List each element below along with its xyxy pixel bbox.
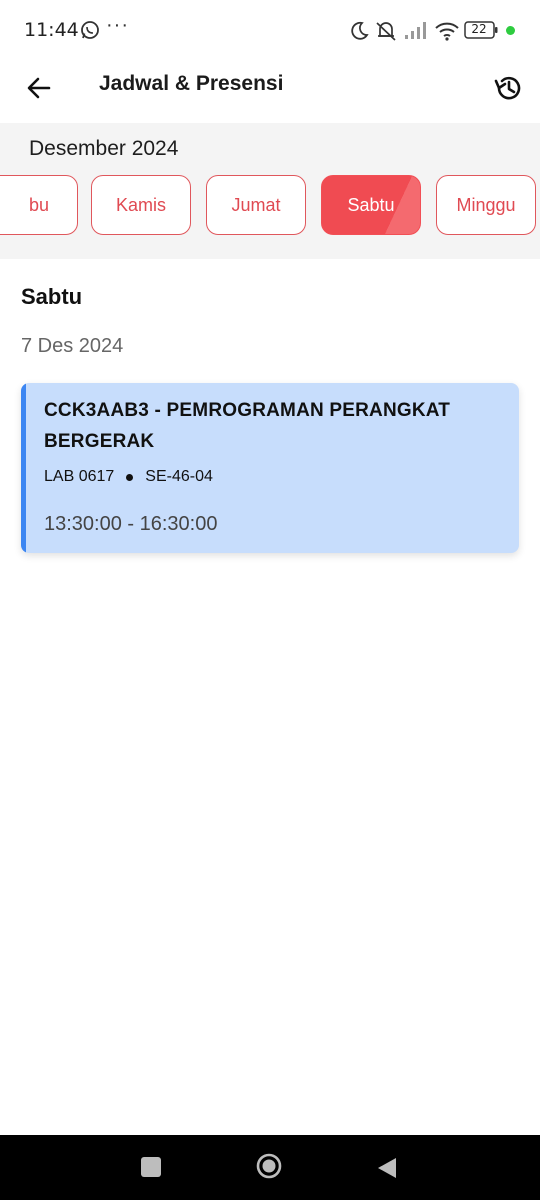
day-selector-panel: Desember 2024 bu Kamis Jumat Sabtu Mingg… [0, 123, 540, 259]
privacy-indicator [506, 26, 515, 35]
history-button[interactable] [488, 68, 528, 108]
day-chip-label: Minggu [456, 194, 516, 215]
day-chip-minggu[interactable]: Minggu [436, 175, 536, 235]
day-chip-kamis[interactable]: Kamis [91, 175, 191, 235]
back-button[interactable] [20, 69, 58, 107]
more-notifications: ··· [106, 14, 129, 36]
battery-level: 22 [471, 22, 487, 36]
whatsapp-icon [81, 21, 99, 39]
day-chip-label: Kamis [115, 194, 166, 215]
schedule-card[interactable]: CCK3AAB3 - PEMROGRAMAN PERANGKAT BERGERA… [21, 383, 519, 553]
card-accent-bar [21, 383, 26, 553]
nav-back-button[interactable] [376, 1156, 398, 1180]
time-range: 13:30:00 - 16:30:00 [44, 513, 218, 535]
separator-dot [126, 473, 134, 481]
wifi-icon [435, 22, 459, 41]
day-chip-sabtu[interactable]: Sabtu [321, 175, 421, 235]
moon-icon [351, 21, 369, 40]
course-meta: LAB 0617 SE-46-04 [44, 468, 213, 486]
system-nav-bar [0, 1135, 540, 1200]
room-label: LAB 0617 [44, 468, 115, 485]
day-heading: Sabtu [21, 284, 83, 309]
month-label: Desember 2024 [29, 137, 179, 160]
day-chip-jumat[interactable]: Jumat [206, 175, 306, 235]
arrow-left-icon [27, 77, 51, 99]
day-chip-label: bu [28, 194, 50, 215]
history-icon [494, 76, 521, 100]
course-title: CCK3AAB3 - PEMROGRAMAN PERANGKAT BERGERA… [44, 400, 451, 452]
signal-icon [405, 22, 426, 39]
mute-icon [376, 22, 396, 41]
day-chip-rabu[interactable]: bu [0, 175, 78, 235]
day-chip-label: Sabtu [347, 194, 395, 215]
app-header: Jadwal & Presensi [0, 62, 540, 124]
date-label: 7 Des 2024 [21, 335, 124, 357]
day-chip-label: Jumat [231, 194, 281, 215]
status-bar: 11:44 ··· 22 [0, 0, 540, 62]
recents-button[interactable] [141, 1157, 161, 1177]
class-label: SE-46-04 [145, 468, 213, 485]
home-button[interactable] [256, 1153, 282, 1179]
day-strip[interactable]: bu Kamis Jumat Sabtu Minggu [0, 175, 540, 239]
page-title: Jadwal & Presensi [99, 72, 284, 95]
status-time: 11:44 [24, 19, 79, 41]
